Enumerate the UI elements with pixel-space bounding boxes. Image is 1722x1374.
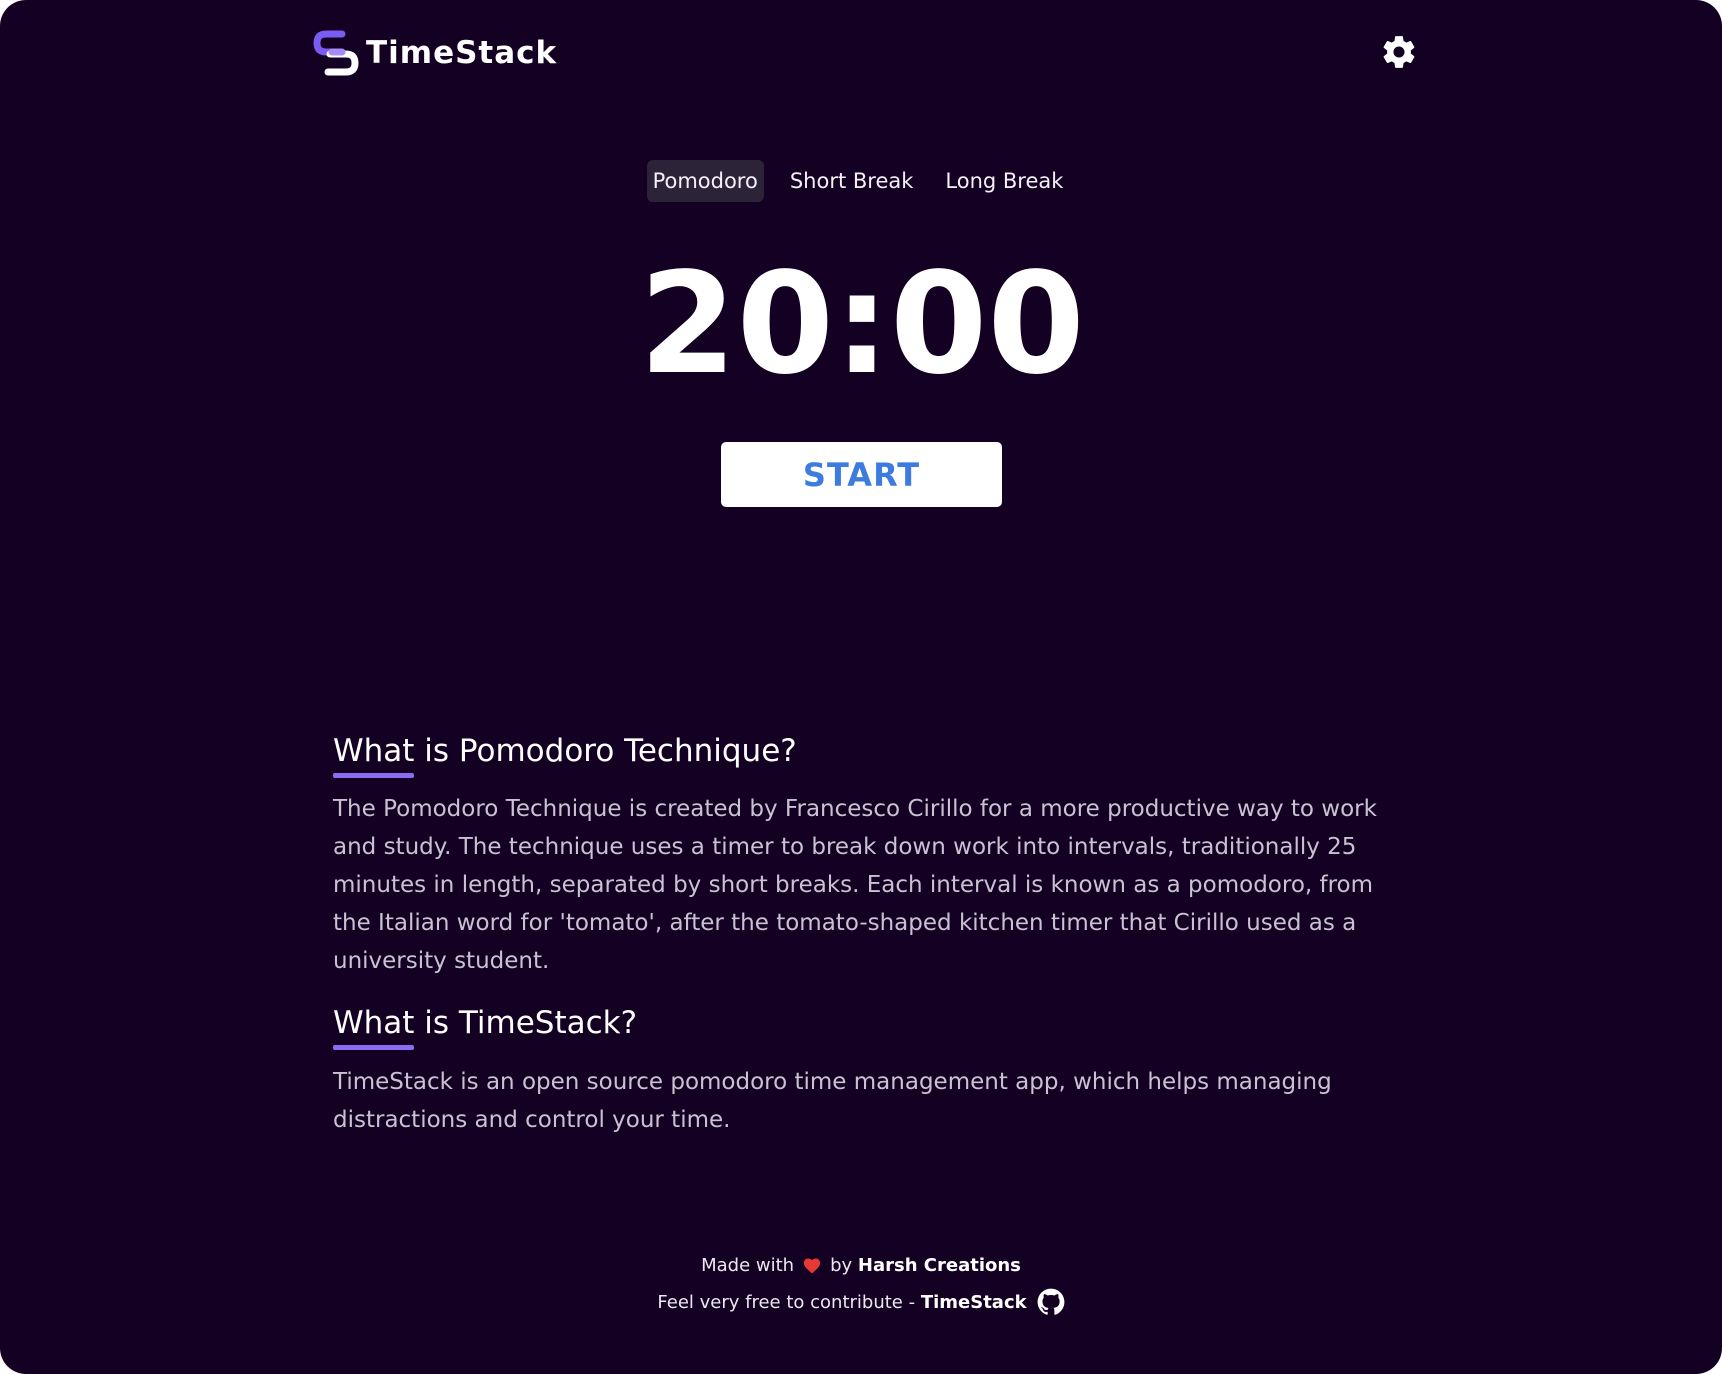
logo[interactable]: TimeStack (312, 30, 557, 76)
tab-long-break[interactable]: Long Break (939, 160, 1069, 202)
made-with-text: Made with (701, 1254, 795, 1276)
header: TimeStack (0, 0, 1722, 106)
gear-icon[interactable] (1380, 33, 1418, 71)
footer-credits: Made with by Harsh Creations (0, 1250, 1722, 1280)
section-heading-timestack: What is TimeStack? (333, 1000, 1393, 1050)
app-window: TimeStack Pomodoro Short Break Long Brea… (0, 0, 1722, 1374)
start-button[interactable]: START (721, 442, 1002, 507)
timer-mode-tabs: Pomodoro Short Break Long Break (0, 160, 1719, 202)
tab-pomodoro[interactable]: Pomodoro (646, 160, 764, 202)
app-name: TimeStack (366, 35, 558, 71)
repo-link[interactable]: TimeStack (921, 1292, 1027, 1313)
section-heading-pomodoro: What is Pomodoro Technique? (333, 728, 1393, 778)
github-icon[interactable] (1037, 1288, 1065, 1316)
footer: Made with by Harsh Creations Feel very f… (0, 1250, 1722, 1324)
heart-icon (803, 1258, 821, 1274)
info-section: What is Pomodoro Technique? The Pomodoro… (333, 728, 1393, 1139)
author-link[interactable]: Harsh Creations (858, 1255, 1021, 1276)
by-text: by (830, 1254, 853, 1276)
footer-contribute: Feel very free to contribute - TimeStack (0, 1287, 1722, 1317)
heading-underline (333, 1045, 414, 1050)
contribute-text: Feel very free to contribute - (657, 1291, 916, 1313)
section-title: What is TimeStack? (333, 1005, 638, 1041)
timestack-logo-icon (313, 30, 359, 76)
section-title: What is Pomodoro Technique? (333, 733, 797, 769)
section-body-timestack: TimeStack is an open source pomodoro tim… (333, 1069, 1332, 1133)
section-body-pomodoro: The Pomodoro Technique is created by Fra… (333, 796, 1377, 974)
timer-display: 20:00 (639, 243, 1085, 406)
tab-short-break[interactable]: Short Break (784, 160, 920, 202)
heading-underline (333, 773, 414, 778)
